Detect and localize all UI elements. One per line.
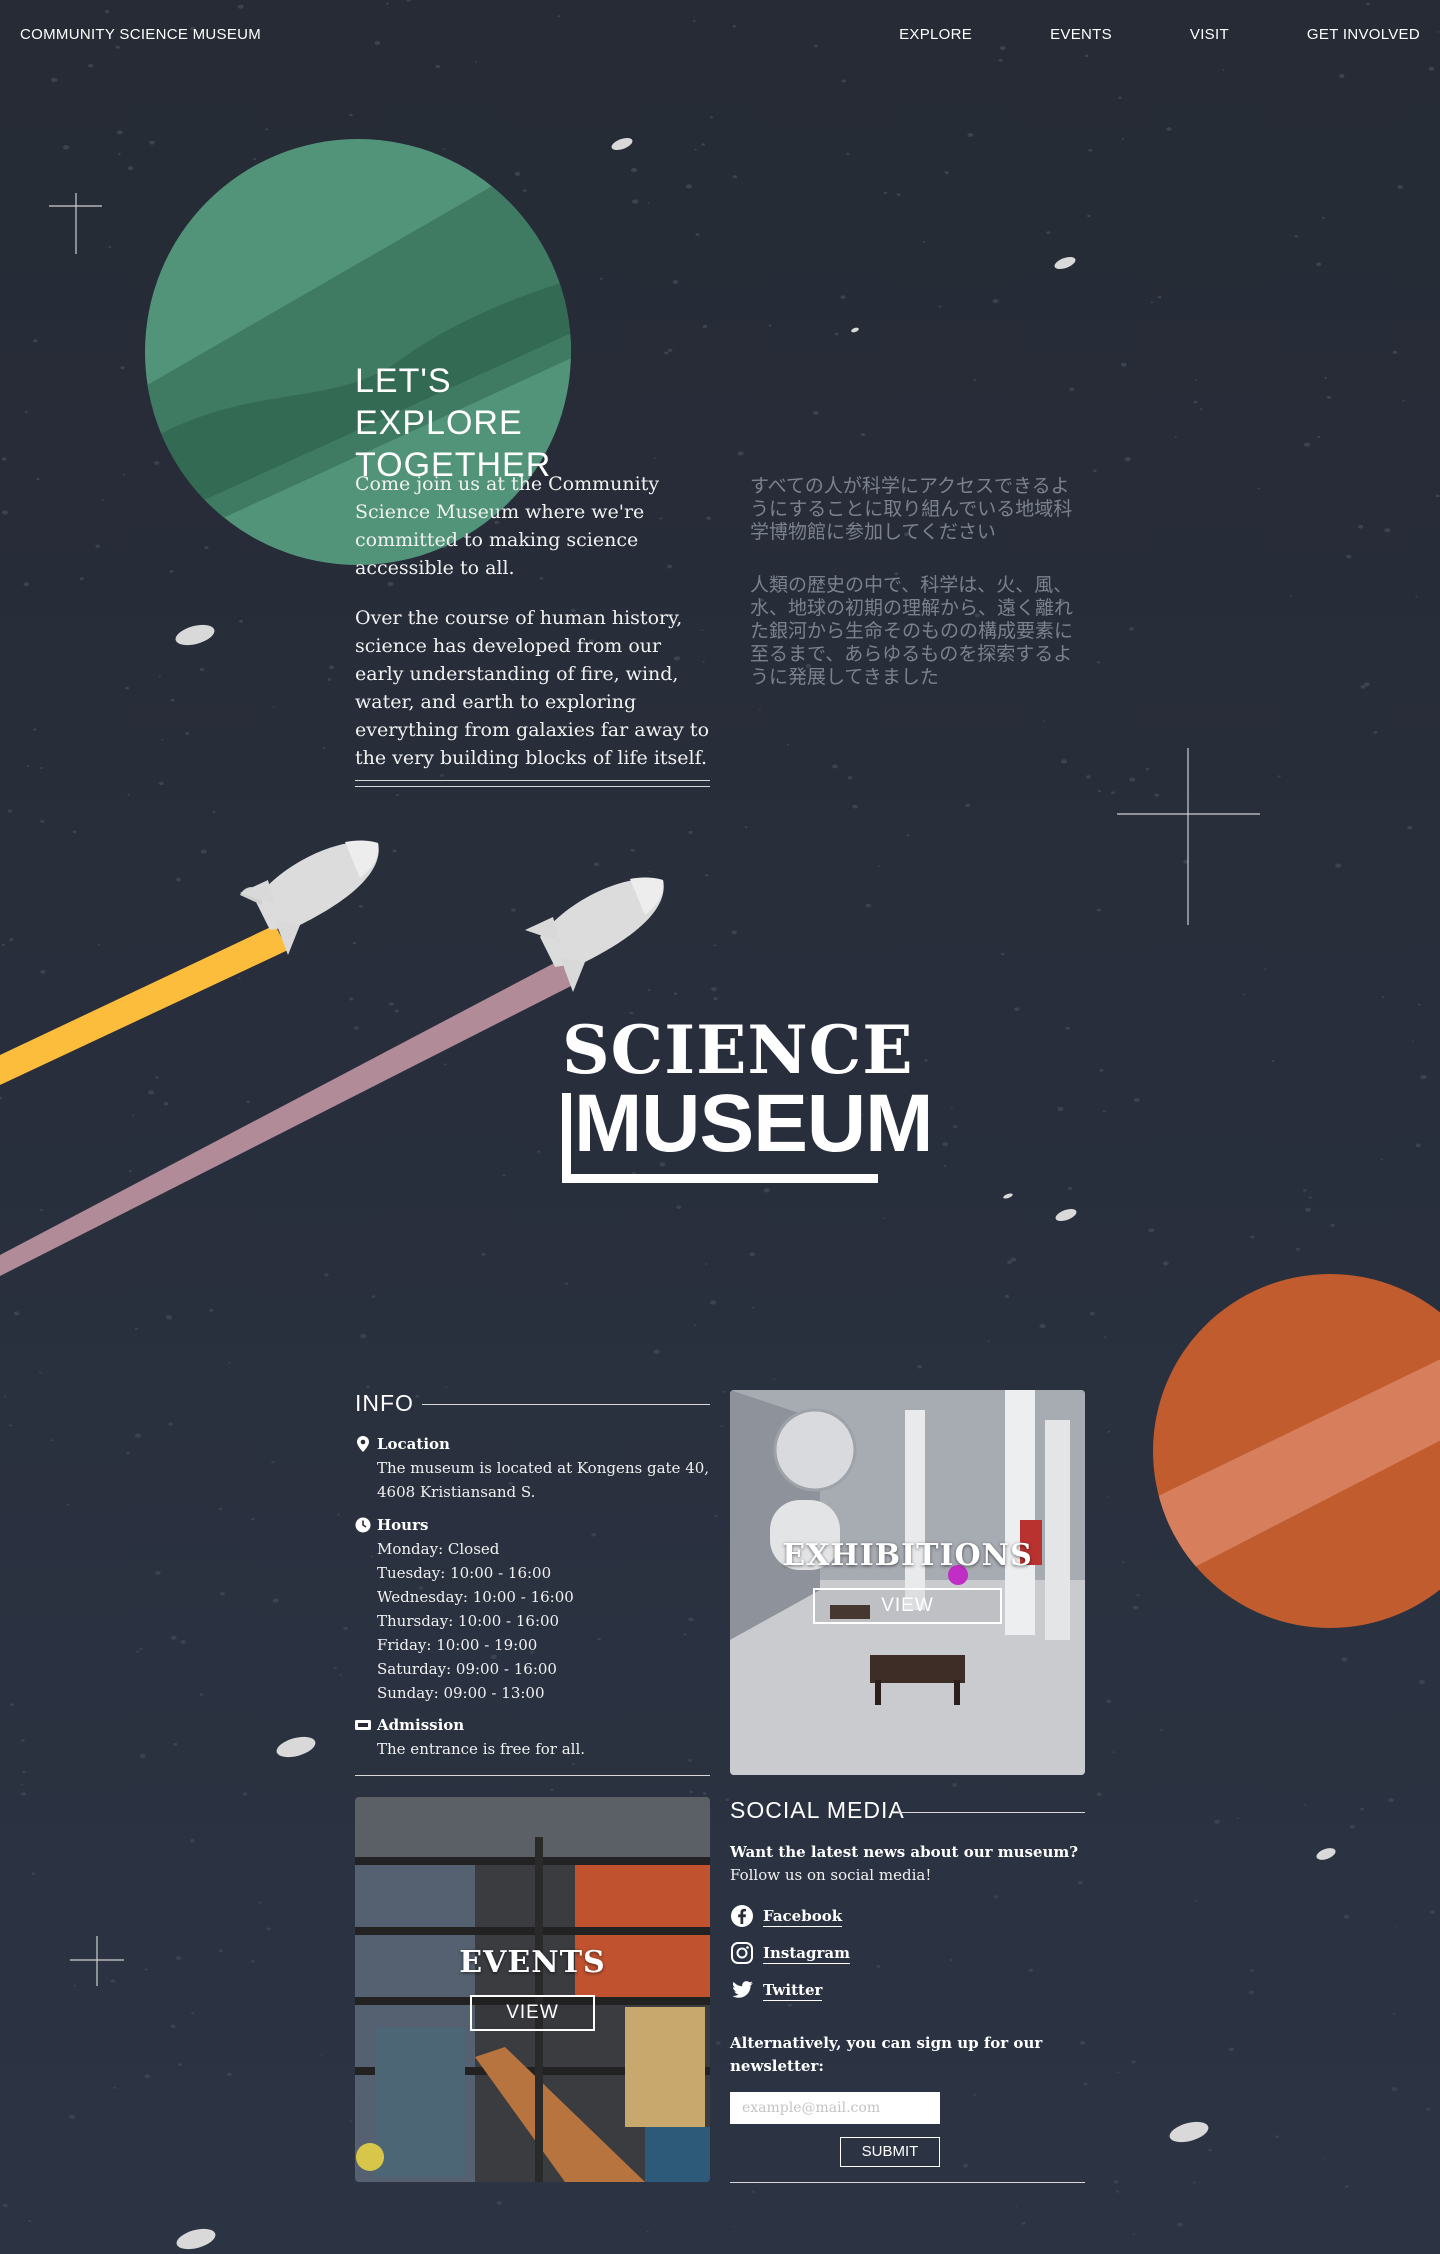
nav-link-events[interactable]: EVENTS xyxy=(1050,26,1112,43)
newsletter-email-input[interactable] xyxy=(730,2092,940,2124)
divider xyxy=(355,786,710,787)
social-media-heading: SOCIAL MEDIA xyxy=(730,1797,905,1823)
hours-wednesday: Wednesday: 10:00 - 16:00 xyxy=(377,1588,574,1606)
logo-line2: MUSEUM xyxy=(574,1078,933,1169)
hours-friday: Friday: 10:00 - 19:00 xyxy=(377,1636,538,1654)
ticket-icon xyxy=(355,1720,371,1730)
hours-saturday: Saturday: 09:00 - 16:00 xyxy=(377,1660,557,1678)
twitter-label: Twitter xyxy=(763,1981,823,2001)
info-heading: INFO xyxy=(355,1390,414,1416)
exhibitions-view-button[interactable]: VIEW xyxy=(813,1588,1002,1624)
newsletter-text: Alternatively, you can sign up for our n… xyxy=(730,2034,1043,2075)
events-title: EVENTS xyxy=(459,1945,606,1980)
hours-monday: Monday: Closed xyxy=(377,1540,500,1558)
location-text: The museum is located at Kongens gate 40… xyxy=(377,1459,710,1501)
nav-link-explore[interactable]: EXPLORE xyxy=(899,26,972,43)
hero-intro-english: Come join us at the Community Science Mu… xyxy=(355,470,715,794)
exhibitions-card[interactable]: EXHIBITIONS VIEW xyxy=(730,1390,1085,1775)
admission-text: The entrance is free for all. xyxy=(377,1740,586,1758)
hero-paragraph: Come join us at the Community Science Mu… xyxy=(355,473,660,579)
social-intro-text: Follow us on social media! xyxy=(730,1866,932,1884)
twitter-icon xyxy=(732,1981,753,1998)
instagram-icon xyxy=(731,1942,753,1964)
hero-paragraph: Over the course of human history, scienc… xyxy=(355,607,710,769)
social-bottom-rule xyxy=(730,2182,1085,2183)
instagram-label: Instagram xyxy=(763,1944,850,1964)
events-photo xyxy=(355,1797,710,2182)
exhibitions-title: EXHIBITIONS xyxy=(782,1538,1033,1573)
facebook-label: Facebook xyxy=(763,1907,843,1927)
hours-sunday: Sunday: 09:00 - 13:00 xyxy=(377,1684,545,1702)
hero-title: LET'S EXPLORE TOGETHER xyxy=(355,360,615,486)
newsletter-submit-button[interactable]: SUBMIT xyxy=(840,2137,940,2167)
hours-tuesday: Tuesday: 10:00 - 16:00 xyxy=(377,1564,552,1582)
clock-icon xyxy=(355,1517,371,1533)
events-view-button[interactable]: VIEW xyxy=(470,1995,595,2031)
map-pin-icon xyxy=(357,1436,369,1452)
location-block: Location The museum is located at Kongen… xyxy=(355,1432,715,1504)
hours-block: Hours Monday: Closed Tuesday: 10:00 - 16… xyxy=(355,1513,715,1705)
hero-title-line1: LET'S EXPLORE xyxy=(355,362,523,442)
hero-intro-japanese: すべての人が科学にアクセスできるようにすることに取り組んでいる地域科学博物館に参… xyxy=(750,475,1075,719)
top-navigation: COMMUNITY SCIENCE MUSEUM EXPLORE EVENTS … xyxy=(0,26,1440,48)
nav-links: EXPLORE EVENTS VISIT GET INVOLVED xyxy=(821,26,1420,43)
nav-link-get-involved[interactable]: GET INVOLVED xyxy=(1307,26,1420,43)
info-heading-rule xyxy=(422,1404,710,1405)
hours-label: Hours xyxy=(377,1516,429,1534)
hero-paragraph-ja: 人類の歴史の中で、科学は、火、風、水、地球の初期の理解から、遠く離れた銀河から生… xyxy=(750,574,1074,688)
social-intro-bold: Want the latest news about our museum? xyxy=(730,1843,1079,1861)
facebook-icon xyxy=(731,1905,753,1927)
divider xyxy=(355,780,710,781)
exhibitions-photo xyxy=(730,1390,1085,1775)
hero-paragraph-ja: すべての人が科学にアクセスできるようにすることに取り組んでいる地域科学博物館に参… xyxy=(750,475,1073,543)
admission-block: Admission The entrance is free for all. xyxy=(355,1713,715,1761)
social-heading-rule xyxy=(898,1812,1085,1813)
site-brand-link[interactable]: COMMUNITY SCIENCE MUSEUM xyxy=(20,26,261,43)
logo-line1: SCIENCE xyxy=(562,1011,914,1089)
science-museum-logo: SCIENCE MUSEUM xyxy=(560,1015,933,1185)
events-card[interactable]: EVENTS VIEW xyxy=(355,1797,710,2182)
hours-thursday: Thursday: 10:00 - 16:00 xyxy=(377,1612,560,1630)
nav-link-visit[interactable]: VISIT xyxy=(1190,26,1229,43)
info-bottom-rule xyxy=(355,1775,710,1776)
social-intro: Want the latest news about our museum? F… xyxy=(730,1841,1090,1887)
admission-label: Admission xyxy=(377,1716,465,1734)
location-label: Location xyxy=(377,1435,450,1453)
